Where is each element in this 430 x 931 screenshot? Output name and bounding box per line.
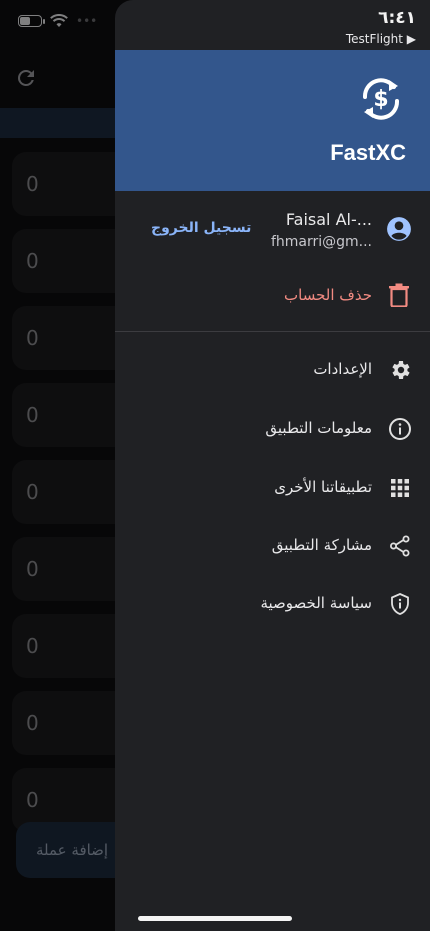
menu-label: معلومات التطبيق [265, 419, 372, 437]
share-icon [390, 535, 410, 557]
status-time: ٦:٤١ [378, 8, 416, 28]
divider [115, 331, 430, 332]
menu-item-other-apps[interactable]: تطبيقاتنا الأخرى [115, 470, 430, 506]
delete-account-button[interactable]: حذف الحساب [115, 280, 430, 312]
home-indicator [138, 916, 292, 921]
currency-exchange-logo-icon: $ [363, 78, 399, 120]
account-section: Faisal Al-... fhmarri@gm... تسجيل الخروج [115, 210, 430, 258]
menu-label: مشاركة التطبيق [271, 536, 372, 554]
app-name: FastXC [330, 140, 406, 165]
info-icon [389, 418, 411, 440]
drawer-header: $ FastXC [115, 50, 430, 191]
menu-label: سياسة الخصوصية [260, 594, 372, 612]
menu-item-app-info[interactable]: معلومات التطبيق [115, 411, 430, 447]
user-name: Faisal Al-... [285, 210, 372, 229]
delete-account-label: حذف الحساب [284, 286, 372, 304]
menu-item-share-app[interactable]: مشاركة التطبيق [115, 528, 430, 564]
menu-item-privacy-policy[interactable]: سياسة الخصوصية [115, 586, 430, 622]
user-email: fhmarri@gm... [270, 234, 372, 250]
menu-label: تطبيقاتنا الأخرى [274, 478, 372, 496]
menu-item-settings[interactable]: الإعدادات [115, 352, 430, 388]
gear-icon [392, 361, 410, 379]
apps-grid-icon [391, 479, 409, 497]
logout-button[interactable]: تسجيل الخروج [151, 220, 251, 236]
back-to-testflight[interactable]: TestFlight ▶ [346, 32, 416, 46]
trash-icon [389, 283, 409, 307]
navigation-drawer: ٦:٤١ TestFlight ▶ $ FastXC Faisal Al-...… [115, 0, 430, 931]
account-circle-icon [387, 217, 411, 241]
menu-label: الإعدادات [313, 360, 372, 378]
svg-text:$: $ [373, 87, 388, 112]
shield-icon [391, 593, 409, 615]
status-bar: ٦:٤١ TestFlight ▶ [346, 8, 416, 46]
